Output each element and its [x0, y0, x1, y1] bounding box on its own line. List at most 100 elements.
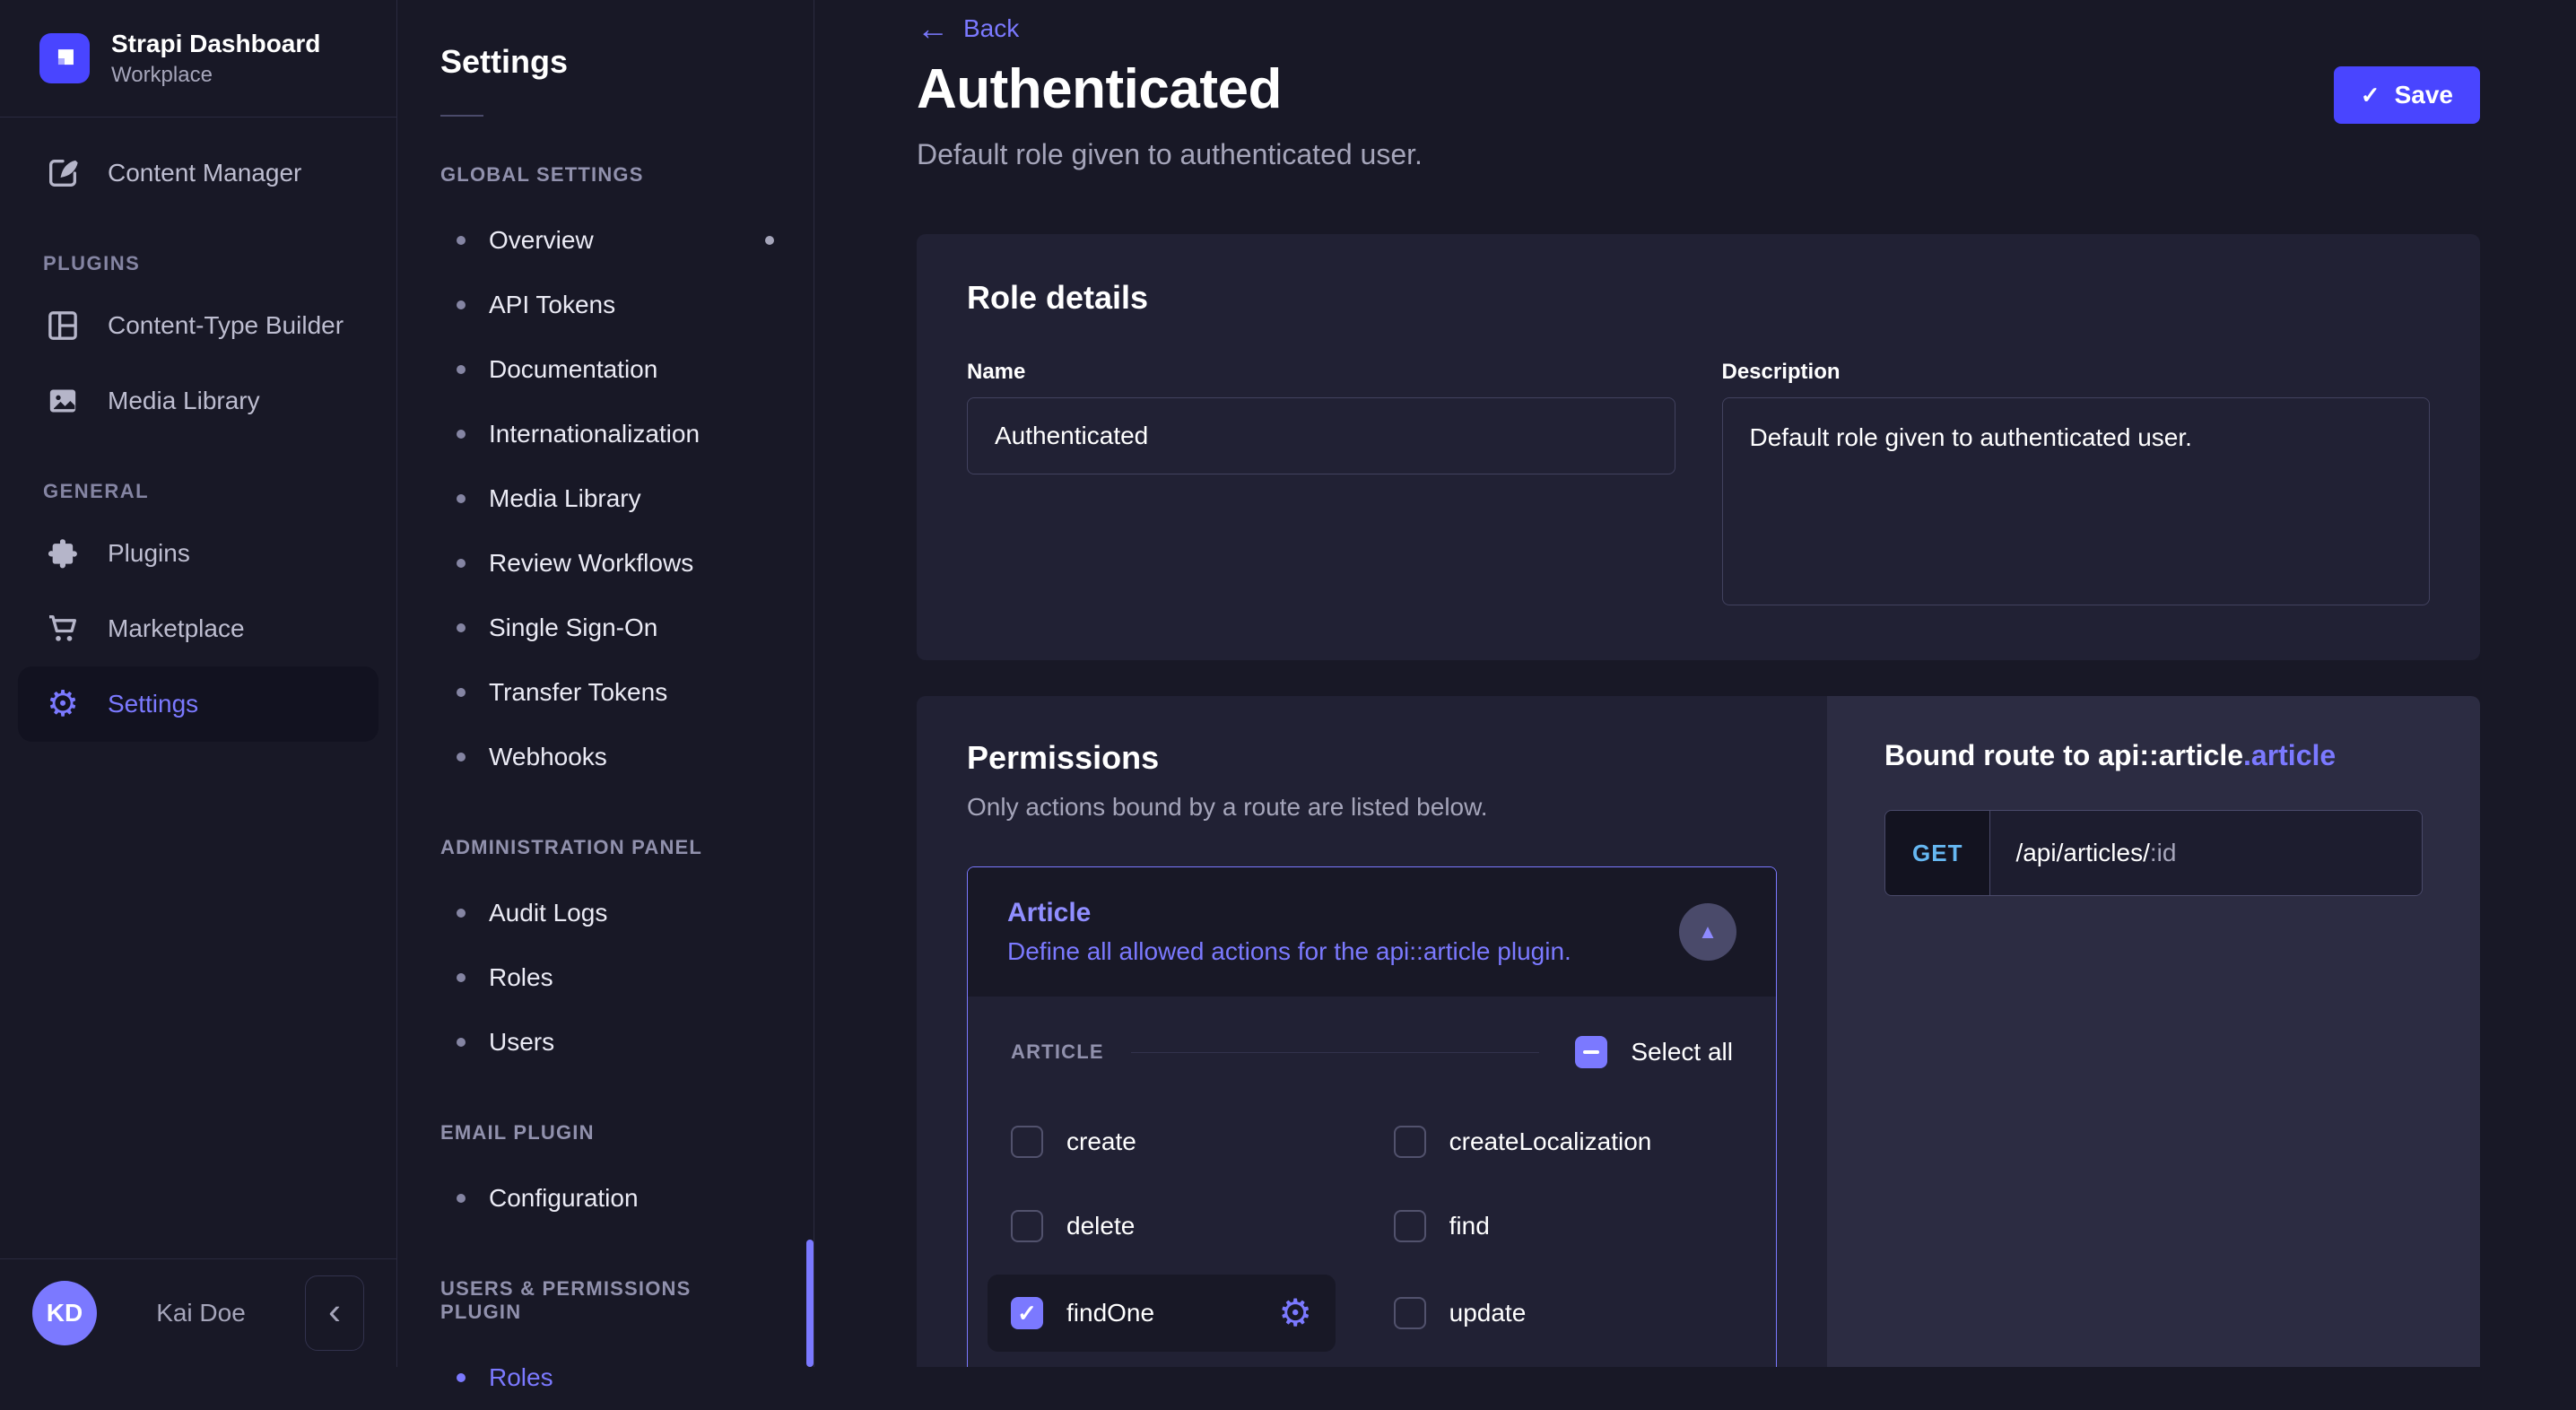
- main-content: ← Back Authenticated ✓ Save Default role…: [814, 0, 2576, 1367]
- chevron-left-icon: ‹: [328, 1289, 341, 1332]
- subnav-item-roles[interactable]: Roles: [397, 945, 814, 1010]
- sidebar-item-label: Content-Type Builder: [108, 310, 344, 339]
- action-settings-gear-icon[interactable]: ⚙: [1278, 1294, 1312, 1332]
- subnav-item-label: Configuration: [489, 1184, 639, 1212]
- subnav-item-media-library[interactable]: Media Library: [397, 466, 814, 531]
- sidebar-item-settings[interactable]: ⚙ Settings: [18, 666, 379, 742]
- bound-route-title-accent: .article: [2243, 739, 2337, 771]
- sidebar-section-label: PLUGINS: [43, 251, 141, 274]
- subnav-item-configuration[interactable]: Configuration: [397, 1166, 814, 1231]
- subnav-title: Settings: [440, 43, 569, 80]
- name-field[interactable]: [967, 397, 1675, 474]
- action-row-delete[interactable]: delete: [1011, 1210, 1394, 1242]
- subnav-section: GLOBAL SETTINGS Overview API Tokens Documen…: [397, 163, 814, 789]
- action-label: find: [1449, 1212, 1490, 1240]
- image-icon: [43, 381, 83, 421]
- save-button[interactable]: ✓ Save: [2333, 66, 2480, 124]
- role-details-heading: Role details: [967, 279, 1149, 316]
- article-accordion-header[interactable]: Article Define all allowed actions for t…: [968, 867, 1776, 997]
- subnav-section-label: EMAIL PLUGIN: [440, 1121, 595, 1144]
- accordion-description: Define all allowed actions for the api::…: [1007, 937, 1571, 965]
- back-arrow-icon: ←: [917, 10, 949, 47]
- action-label: delete: [1066, 1212, 1136, 1240]
- sidebar-item-marketplace[interactable]: Marketplace: [18, 591, 379, 666]
- subnav-item-api-tokens[interactable]: API Tokens: [397, 273, 814, 337]
- back-label: Back: [963, 14, 1020, 42]
- check-icon: ✓: [2360, 81, 2380, 109]
- bullet-icon: [457, 300, 466, 309]
- checkbox-find[interactable]: [1393, 1210, 1426, 1242]
- checkbox-createlocalization[interactable]: [1393, 1126, 1426, 1158]
- workspace-subtitle: Workplace: [111, 62, 213, 87]
- sidebar-item-label: Settings: [108, 689, 199, 718]
- bullet-icon: [457, 494, 466, 503]
- bullet-icon: [457, 1194, 466, 1203]
- checkbox-create[interactable]: [1011, 1126, 1043, 1158]
- bullet-icon: [457, 559, 466, 568]
- subnav-scrollbar-thumb[interactable]: [806, 1240, 814, 1367]
- subnav-item-label: Users: [489, 1028, 555, 1056]
- sidebar-section-label: GENERAL: [43, 479, 150, 502]
- action-label: update: [1449, 1299, 1527, 1327]
- sidebar-nav: Content Manager PLUGINS Content-Type Build…: [0, 118, 396, 1258]
- subnav-item-label: Media Library: [489, 484, 641, 512]
- subnav-item-documentation[interactable]: Documentation: [397, 337, 814, 402]
- back-link[interactable]: ← Back: [917, 13, 1019, 45]
- subnav-item-label: Documentation: [489, 355, 658, 383]
- sidebar-item-content-type-builder[interactable]: Content-Type Builder: [18, 288, 379, 363]
- subnav-item-label: Audit Logs: [489, 899, 608, 927]
- checkbox-delete[interactable]: [1011, 1210, 1043, 1242]
- subnav-item-users[interactable]: Users: [397, 1010, 814, 1075]
- permissions-section: Permissions Only actions bound by a rout…: [917, 696, 2480, 1367]
- action-row-findone[interactable]: ✓ findOne ⚙: [988, 1275, 1336, 1352]
- action-row-createlocalization[interactable]: createLocalization: [1393, 1126, 1733, 1158]
- description-label: Description: [1721, 360, 1841, 384]
- permissions-heading: Permissions: [967, 739, 1160, 776]
- bullet-icon: [457, 753, 466, 762]
- collapse-accordion-button[interactable]: ▲: [1679, 903, 1736, 961]
- action-group-label: ARTICLE: [1011, 1040, 1104, 1063]
- subnav-item-audit-logs[interactable]: Audit Logs: [397, 881, 814, 945]
- subnav-item-label: Webhooks: [489, 743, 607, 770]
- sidebar-item-label: Plugins: [108, 538, 190, 567]
- subnav-item-internationalization[interactable]: Internationalization: [397, 402, 814, 466]
- subnav-item-single-sign-on[interactable]: Single Sign-On: [397, 596, 814, 660]
- subnav-item-webhooks[interactable]: Webhooks: [397, 725, 814, 789]
- bullet-icon: [457, 430, 466, 439]
- subnav-section: ADMINISTRATION PANEL Audit Logs Roles Users: [397, 836, 814, 1075]
- article-accordion-body: ARTICLE Select all create createLocalizat…: [968, 997, 1776, 1367]
- subnav-item-roles[interactable]: Roles: [397, 1345, 814, 1410]
- main-sidebar: Strapi Dashboard Workplace Content Manag…: [0, 0, 397, 1367]
- pen-icon: [43, 153, 83, 193]
- avatar[interactable]: KD: [32, 1281, 97, 1345]
- select-all-checkbox[interactable]: [1575, 1036, 1608, 1068]
- checkbox-findone[interactable]: ✓: [1011, 1297, 1043, 1329]
- sidebar-item-label: Media Library: [108, 386, 260, 414]
- action-row-find[interactable]: find: [1393, 1210, 1733, 1242]
- action-row-create[interactable]: create: [1011, 1126, 1394, 1158]
- cart-icon: [43, 609, 83, 648]
- sidebar-item-media-library[interactable]: Media Library: [18, 363, 379, 439]
- subnav-item-overview[interactable]: Overview: [397, 208, 814, 273]
- sidebar-item-plugins[interactable]: Plugins: [18, 516, 379, 591]
- checkbox-update[interactable]: [1393, 1297, 1426, 1329]
- action-row-update[interactable]: update: [1393, 1294, 1733, 1332]
- workspace-brand[interactable]: Strapi Dashboard Workplace: [0, 0, 396, 118]
- notification-dot-icon: [765, 236, 774, 245]
- subnav-item-label: Single Sign-On: [489, 614, 658, 641]
- subnav-item-label: API Tokens: [489, 291, 616, 318]
- action-label: findOne: [1066, 1299, 1155, 1327]
- bullet-icon: [457, 236, 466, 245]
- collapse-sidebar-button[interactable]: ‹: [305, 1275, 364, 1351]
- triangle-up-icon: ▲: [1698, 920, 1718, 943]
- subnav-item-label: Roles: [489, 1363, 553, 1391]
- subnav-item-label: Transfer Tokens: [489, 678, 668, 706]
- subnav-divider: [440, 115, 483, 117]
- subnav-item-transfer-tokens[interactable]: Transfer Tokens: [397, 660, 814, 725]
- select-all-control[interactable]: Select all: [1575, 1036, 1733, 1068]
- description-field[interactable]: Default role given to authenticated user…: [1721, 397, 2430, 605]
- sidebar-item-content-manager[interactable]: Content Manager: [18, 135, 379, 211]
- http-method-badge: GET: [1885, 811, 1991, 895]
- subnav-item-review-workflows[interactable]: Review Workflows: [397, 531, 814, 596]
- bound-route-title: Bound route to api::article.article: [1884, 739, 2423, 772]
